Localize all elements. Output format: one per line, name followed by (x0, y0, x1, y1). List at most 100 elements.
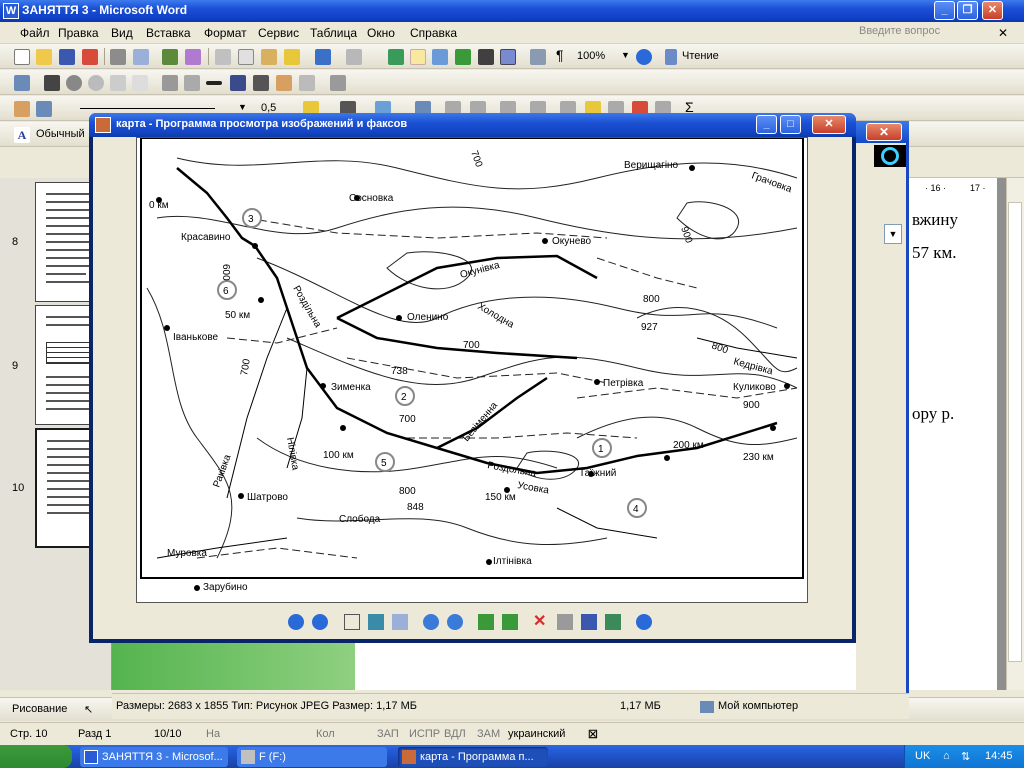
drawing-icon[interactable] (500, 49, 516, 65)
word-app-icon[interactable]: W (3, 3, 19, 19)
word-title-bar[interactable]: W ЗАНЯТТЯ 3 - Microsoft Word _ ❐ ✕ (0, 0, 1024, 22)
rotate-counterclockwise-icon[interactable] (502, 614, 518, 630)
redo-icon[interactable] (346, 49, 362, 65)
explorer-title-bar[interactable]: ✕ (856, 121, 909, 143)
status-overtype[interactable]: ЗАМ (477, 728, 500, 740)
zoom-out-icon[interactable] (447, 614, 463, 630)
crop-icon[interactable] (162, 75, 178, 91)
close-button[interactable]: ✕ (982, 1, 1003, 20)
scrollbar-track[interactable] (1008, 202, 1022, 662)
zoom-select[interactable]: 100% (577, 50, 605, 62)
select-objects-icon[interactable]: ↖ (84, 703, 93, 716)
spelling-status-icon[interactable]: ☒ (588, 728, 598, 741)
reset-picture-icon[interactable] (330, 75, 346, 91)
help-icon[interactable] (636, 49, 652, 65)
show-formatting-icon[interactable]: ¶ (556, 47, 564, 63)
network-icon[interactable]: ⇅ (961, 750, 970, 763)
map-image[interactable]: Верищагіно Сосновка Окунево Красавино Ол… (136, 137, 808, 603)
menu-help[interactable]: Справка (410, 26, 457, 40)
undo-icon[interactable] (315, 49, 331, 65)
set-transparent-icon[interactable] (299, 75, 315, 91)
format-picture-icon[interactable] (276, 75, 292, 91)
line-style-dropdown-icon[interactable]: ▼ (238, 102, 247, 112)
cut-icon[interactable] (215, 49, 231, 65)
open-for-editing-icon[interactable] (605, 614, 621, 630)
delete-icon[interactable]: ✕ (533, 614, 549, 630)
restore-button[interactable]: ❐ (957, 1, 978, 20)
columns-icon[interactable] (478, 49, 494, 65)
help-icon[interactable] (636, 614, 652, 630)
print-icon[interactable] (110, 49, 126, 65)
document-map-icon[interactable] (530, 49, 546, 65)
styles-icon[interactable]: A (14, 127, 30, 143)
reading-button[interactable]: Чтение (682, 50, 719, 62)
spelling-icon[interactable] (162, 49, 178, 65)
vertical-scrollbar[interactable] (1006, 178, 1024, 690)
menu-table[interactable]: Таблица (310, 26, 357, 40)
compress-icon[interactable] (230, 75, 246, 91)
insert-excel-icon[interactable] (455, 49, 471, 65)
menu-format[interactable]: Формат (204, 26, 247, 40)
print-preview-icon[interactable] (133, 49, 149, 65)
rotate-clockwise-icon[interactable] (478, 614, 494, 630)
zoom-in-icon[interactable] (423, 614, 439, 630)
task-word[interactable]: ЗАНЯТТЯ 3 - Microsof... (80, 747, 228, 767)
ask-question-input[interactable]: Введите вопрос (859, 25, 989, 41)
menu-view[interactable]: Вид (111, 26, 133, 40)
permission-icon[interactable] (82, 49, 98, 65)
tables-borders-icon[interactable] (410, 49, 426, 65)
insert-table-icon[interactable] (432, 49, 448, 65)
save-icon[interactable] (59, 49, 75, 65)
style-select[interactable]: Обычный (36, 128, 85, 140)
menu-tools[interactable]: Сервис (258, 26, 299, 40)
dropdown-icon[interactable]: ▼ (884, 224, 902, 244)
tray-icon[interactable]: ⌂ (943, 750, 950, 762)
clock[interactable]: 14:45 (985, 750, 1013, 762)
new-document-icon[interactable] (14, 49, 30, 65)
paste-icon[interactable] (261, 49, 277, 65)
language-indicator[interactable]: UK (915, 750, 930, 762)
zoom-dropdown-icon[interactable]: ▼ (621, 50, 630, 60)
less-contrast-icon[interactable] (88, 75, 104, 91)
explorer-close-button[interactable]: ✕ (866, 123, 902, 141)
more-contrast-icon[interactable] (66, 75, 82, 91)
menu-window[interactable]: Окно (367, 26, 395, 40)
status-record[interactable]: ЗАП (377, 728, 399, 740)
text-wrapping-icon[interactable] (253, 75, 269, 91)
previous-image-icon[interactable] (288, 614, 304, 630)
slideshow-icon[interactable] (392, 614, 408, 630)
open-folder-icon[interactable] (36, 49, 52, 65)
menu-file[interactable]: Файл (20, 26, 50, 40)
viewer-title-bar[interactable]: карта - Программа просмотра изображений … (89, 113, 856, 137)
drawing-menu-button[interactable]: Рисование (12, 703, 67, 715)
viewer-maximize-button[interactable]: □ (780, 115, 801, 134)
format-painter-icon[interactable] (284, 49, 300, 65)
viewer-minimize-button[interactable]: _ (756, 115, 777, 134)
viewer-close-button[interactable]: ✕ (812, 115, 846, 134)
start-button[interactable] (0, 745, 72, 768)
task-viewer[interactable]: карта - Программа п... (398, 747, 548, 767)
save-image-icon[interactable] (581, 614, 597, 630)
minimize-button[interactable]: _ (934, 1, 955, 20)
copy-icon[interactable] (238, 49, 254, 65)
print-image-icon[interactable] (557, 614, 573, 630)
research-icon[interactable] (185, 49, 201, 65)
actual-size-icon[interactable] (368, 614, 384, 630)
hyperlink-icon[interactable] (388, 49, 404, 65)
best-fit-icon[interactable] (344, 614, 360, 630)
status-track[interactable]: ИСПР (409, 728, 440, 740)
less-brightness-icon[interactable] (132, 75, 148, 91)
line-style-icon[interactable] (206, 81, 222, 85)
line-style-select[interactable] (80, 108, 215, 109)
close-document-icon[interactable]: ✕ (998, 26, 1008, 40)
color-icon[interactable] (44, 75, 60, 91)
draw-table-icon[interactable] (14, 101, 30, 117)
rotate-icon[interactable] (184, 75, 200, 91)
menu-insert[interactable]: Вставка (146, 26, 191, 40)
insert-picture-icon[interactable] (14, 75, 30, 91)
status-extend[interactable]: ВДЛ (444, 728, 466, 740)
more-brightness-icon[interactable] (110, 75, 126, 91)
eraser-icon[interactable] (36, 101, 52, 117)
viewer-app-icon[interactable] (95, 117, 111, 133)
reading-icon[interactable] (665, 49, 677, 65)
